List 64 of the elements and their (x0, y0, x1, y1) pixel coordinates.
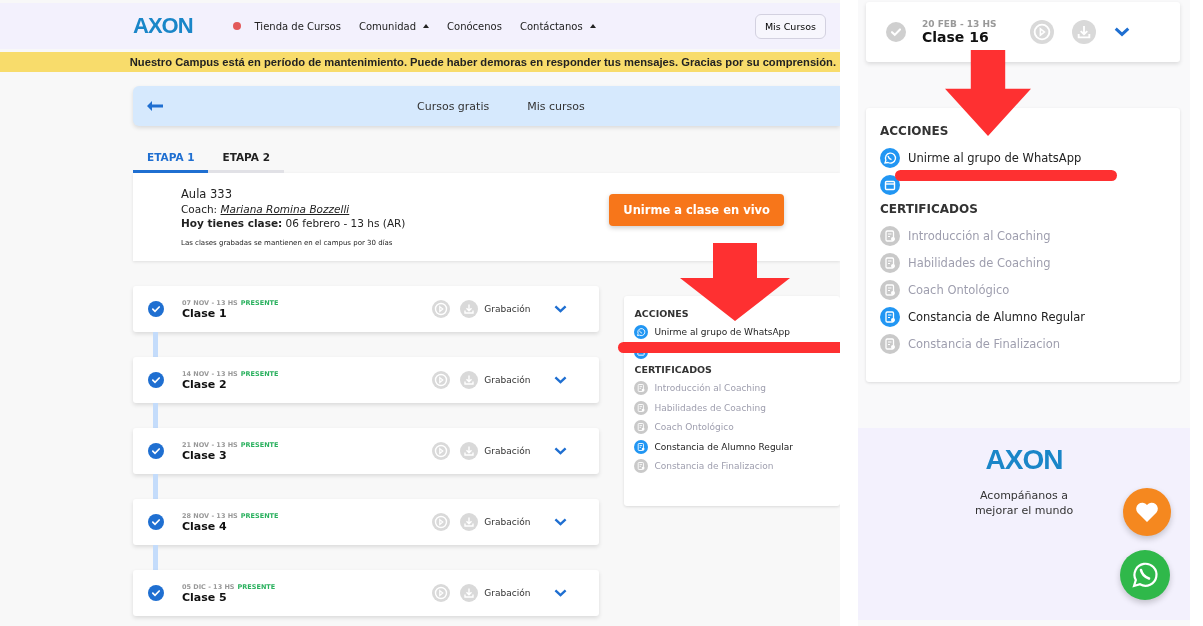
class-title: Clase 2 (182, 377, 228, 391)
recording-label: Grabación (484, 588, 531, 598)
play-icon[interactable] (432, 584, 451, 602)
certificate-link[interactable]: Constancia de Alumno Regular (908, 310, 1086, 324)
play-icon[interactable] (432, 371, 451, 389)
class-date: 20 FEB - 13 HS (922, 19, 997, 29)
section-heading: ACCIONES (880, 124, 950, 138)
class-card[interactable]: 20 FEB - 13 HS Clase 16 (866, 2, 1180, 62)
chevron-down-icon[interactable] (554, 447, 568, 455)
chevron-down-icon[interactable] (554, 376, 568, 384)
my-courses-button[interactable]: Mis Cursos (754, 13, 826, 39)
nav-link[interactable]: Contáctanos (519, 20, 596, 32)
whatsapp-icon (1130, 560, 1160, 590)
download-icon[interactable] (1072, 20, 1096, 44)
classroom-name: Aula 333 (181, 187, 233, 201)
play-icon[interactable] (1030, 20, 1054, 44)
chevron-down-icon[interactable] (554, 589, 568, 597)
play-icon[interactable] (432, 513, 451, 531)
class-title: Clase 5 (182, 590, 228, 604)
section-heading: CERTIFICADOS (634, 364, 713, 375)
download-icon[interactable] (460, 300, 479, 318)
chevron-down-icon[interactable] (554, 518, 568, 526)
sub-navigation-link[interactable]: Cursos gratis (417, 99, 490, 113)
class-title: Clase 4 (182, 519, 228, 533)
logo[interactable]: AXON (133, 13, 193, 39)
chevron-down-icon[interactable] (554, 305, 568, 313)
class-title: Clase 3 (182, 448, 228, 462)
sub-navigation-link[interactable]: Mis cursos (527, 99, 585, 113)
download-icon[interactable] (460, 513, 479, 531)
timeline-connector (153, 474, 158, 499)
calendar-icon (880, 175, 900, 195)
play-icon[interactable] (432, 300, 451, 318)
section-heading: ACCIONES (634, 308, 690, 319)
back-arrow-icon[interactable] (147, 101, 163, 111)
certificate-link[interactable]: Constancia de Alumno Regular (654, 441, 794, 452)
download-icon[interactable] (460, 584, 479, 602)
coach-link[interactable]: Mariana Romina Bozzelli (220, 203, 350, 215)
heart-icon (1135, 501, 1159, 523)
nav-link[interactable]: Comunidad (358, 20, 430, 32)
whatsapp-icon (634, 325, 649, 339)
whatsapp-icon (880, 148, 900, 168)
logo[interactable]: AXON (985, 444, 1063, 476)
play-icon[interactable] (432, 442, 451, 460)
nav-link[interactable]: Tienda de Cursos (232, 20, 341, 32)
footer-tagline: Acompáñanos a mejorar el mundo (973, 488, 1075, 519)
recording-label: Grabación (484, 517, 531, 527)
action-link[interactable]: Unirme al grupo de WhatsApp (654, 327, 791, 337)
coach-line: Coach: Mariana Romina Bozzelli (181, 203, 351, 215)
maintenance-banner: Nuestro Campus está en período de mantenimiento. Puede haber demoras en responder tus mensajes. Gracias por su comprensión. (0, 52, 840, 72)
action-link[interactable]: Unirme al grupo de WhatsApp (908, 151, 1082, 165)
section-heading: CERTIFICADOS (880, 202, 979, 216)
nav-link[interactable]: Conócenos (447, 20, 502, 32)
download-icon[interactable] (460, 442, 479, 460)
chevron-down-icon[interactable] (1114, 27, 1130, 37)
recording-label: Grabación (484, 375, 531, 385)
download-icon[interactable] (460, 371, 479, 389)
timeline-connector (153, 403, 158, 428)
class-title: Clase 1 (182, 306, 228, 320)
class-title: Clase 16 (922, 29, 990, 45)
timeline-connector (153, 545, 158, 570)
timeline-connector (153, 332, 158, 357)
recording-label: Grabación (484, 304, 531, 314)
next-class-line: Hoy tienes clase: 06 febrero - 13 hs (AR) (181, 217, 406, 229)
recording-label: Grabación (484, 446, 531, 456)
